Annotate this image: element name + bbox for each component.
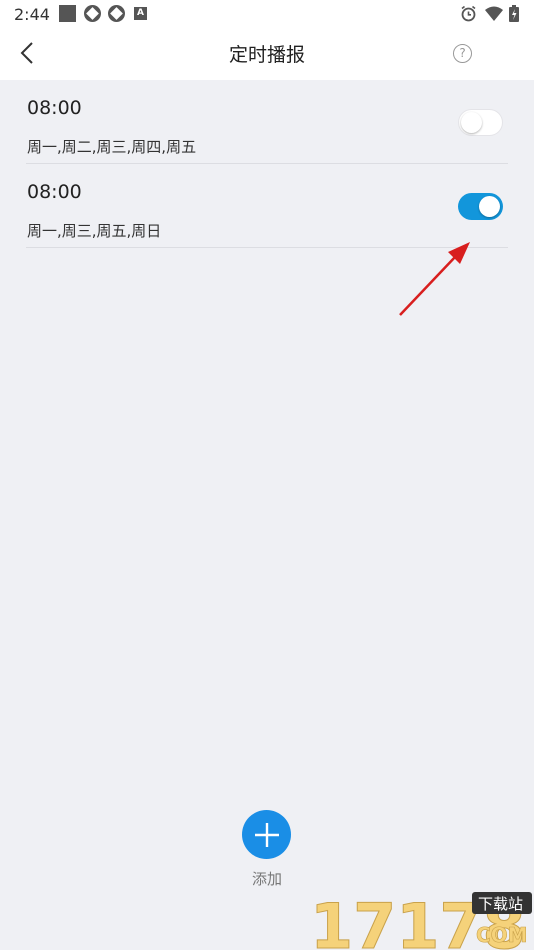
toggle-knob	[479, 196, 500, 217]
battery-icon	[509, 5, 519, 22]
schedule-days: 周一,周二,周三,周四,周五	[27, 138, 197, 156]
alarm-icon	[461, 5, 476, 22]
annotation-arrow	[399, 242, 470, 316]
top-bar: 2:44 A 定时播报 ?	[0, 0, 534, 80]
schedule-item[interactable]: 08:00 周一,周二,周三,周四,周五	[26, 80, 508, 164]
app-icon	[84, 5, 101, 22]
watermark-logo: 17178 下载站 COM	[310, 890, 532, 950]
add-button[interactable]	[242, 810, 291, 859]
wifi-icon	[485, 6, 503, 21]
plus-icon	[254, 822, 279, 847]
watermark-domain: COM	[476, 923, 528, 947]
status-time: 2:44	[14, 5, 50, 24]
schedule-item[interactable]: 08:00 周一,周三,周五,周日	[26, 164, 508, 248]
schedule-list: 08:00 周一,周二,周三,周四,周五 08:00 周一,周三,周五,周日	[0, 80, 534, 248]
toggle-knob	[461, 112, 482, 133]
schedule-time: 08:00	[27, 181, 82, 203]
add-button-label: 添加	[251, 870, 282, 888]
help-button[interactable]: ?	[453, 44, 472, 63]
schedule-toggle[interactable]	[458, 193, 503, 220]
status-bar: 2:44 A	[0, 0, 534, 28]
schedule-days: 周一,周三,周五,周日	[27, 222, 162, 240]
app-icon	[108, 5, 125, 22]
a-icon: A	[134, 7, 147, 20]
schedule-toggle[interactable]	[458, 109, 503, 136]
question-icon: ?	[459, 46, 466, 60]
schedule-time: 08:00	[27, 97, 82, 119]
watermark-tag: 下载站	[478, 895, 523, 913]
square-icon	[59, 5, 76, 22]
